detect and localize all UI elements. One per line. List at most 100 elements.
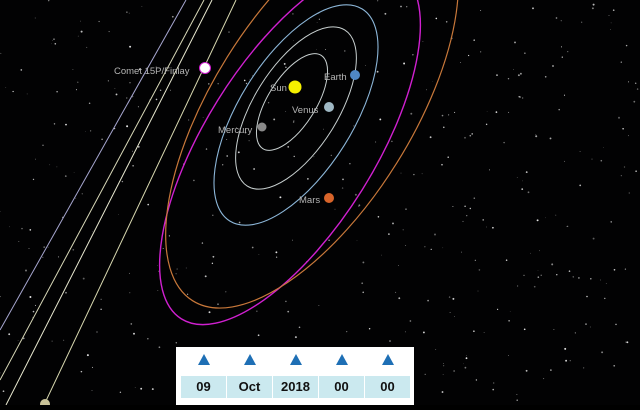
hour-increment-arrow-icon[interactable] [336, 354, 348, 365]
star [384, 13, 386, 15]
star [132, 165, 134, 167]
star [524, 53, 525, 54]
star [33, 311, 35, 313]
star [9, 227, 10, 228]
earth-orbit [181, 0, 410, 251]
star [172, 16, 174, 18]
star [92, 231, 93, 232]
star [217, 303, 218, 304]
star [413, 174, 414, 175]
star [478, 291, 479, 292]
star [362, 292, 364, 294]
star [585, 323, 586, 324]
star [493, 382, 494, 383]
mars-icon[interactable] [324, 193, 334, 203]
star [556, 274, 557, 275]
star [90, 130, 91, 131]
star [225, 291, 226, 292]
star [319, 19, 320, 20]
star [193, 180, 195, 182]
year-increment-arrow-icon[interactable] [290, 354, 302, 365]
star [147, 338, 148, 339]
star [48, 0, 49, 1]
star [319, 305, 320, 306]
month-increment-arrow-icon[interactable] [244, 354, 256, 365]
star [78, 36, 79, 37]
star [268, 102, 269, 103]
star [253, 168, 255, 170]
star [246, 83, 247, 84]
star [42, 145, 43, 146]
star [496, 74, 498, 76]
day-field[interactable]: 09 [181, 376, 226, 398]
hour-field[interactable]: 00 [319, 376, 364, 398]
star [426, 89, 427, 90]
comet-icon[interactable] [200, 63, 211, 74]
star [129, 273, 130, 274]
earth-label: Earth [324, 72, 347, 83]
mercury-icon[interactable] [258, 123, 267, 132]
star [256, 311, 257, 312]
star [35, 305, 36, 306]
star [637, 88, 638, 89]
offscreen-planet-icon[interactable] [40, 399, 50, 405]
hour-column: 00 [319, 347, 364, 405]
star [609, 15, 610, 16]
star [335, 209, 336, 210]
venus-icon[interactable] [324, 102, 334, 112]
star [142, 6, 143, 7]
star [506, 259, 508, 261]
star [452, 206, 453, 207]
star [217, 83, 219, 85]
star [33, 179, 34, 180]
star [508, 78, 509, 79]
year-field[interactable]: 2018 [273, 376, 318, 398]
earth-icon[interactable] [350, 70, 360, 80]
month-field[interactable]: Oct [227, 376, 272, 398]
star [442, 391, 444, 393]
star [250, 79, 251, 80]
star [377, 71, 379, 73]
star [520, 73, 522, 75]
star [526, 370, 528, 372]
minute-field[interactable]: 00 [365, 376, 410, 398]
minute-column: 00 [365, 347, 410, 405]
star [187, 294, 188, 295]
star [538, 270, 539, 271]
star [0, 53, 1, 54]
star [177, 269, 178, 270]
minute-increment-arrow-icon[interactable] [382, 354, 394, 365]
star [285, 111, 286, 112]
star [116, 93, 118, 95]
star [405, 208, 406, 209]
star [92, 390, 93, 391]
star [475, 260, 476, 261]
mars-orbit [108, 0, 516, 354]
solar-system-view[interactable]: Sun Earth Venus Mercury Mars Comet 15P/F… [0, 0, 640, 405]
star [293, 121, 294, 122]
star [284, 63, 286, 65]
star [87, 354, 89, 356]
star [400, 6, 402, 8]
date-control-panel: 09 Oct 2018 00 00 [176, 347, 414, 405]
star [54, 43, 56, 45]
star [293, 121, 294, 122]
star [545, 76, 547, 78]
star [222, 164, 223, 165]
star [208, 83, 209, 84]
star [550, 369, 551, 370]
star [115, 88, 116, 89]
sun-icon[interactable] [289, 81, 302, 94]
star [395, 292, 396, 293]
star [534, 286, 536, 288]
star [465, 367, 467, 369]
star [157, 290, 158, 291]
star [486, 124, 487, 125]
star [443, 374, 444, 375]
star [239, 222, 241, 224]
star [299, 326, 301, 328]
star [476, 379, 477, 380]
orbit-canvas[interactable]: Sun Earth Venus Mercury Mars Comet 15P/F… [0, 0, 640, 405]
star [436, 18, 438, 20]
day-increment-arrow-icon[interactable] [198, 354, 210, 365]
